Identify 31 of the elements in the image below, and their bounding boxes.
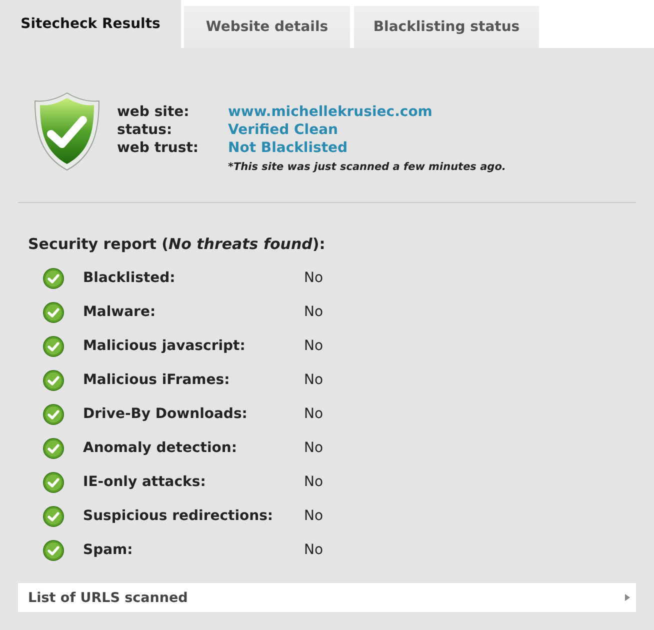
check-label: Blacklisted:: [83, 268, 176, 288]
check-result: No: [304, 268, 324, 288]
scan-note: *This site was just scanned a few minutes ago.: [228, 160, 506, 175]
tab[interactable]: Blacklisting status: [354, 6, 539, 48]
check-result: No: [304, 472, 324, 492]
field-label: web trust:: [117, 139, 200, 157]
field-value: Not Blacklisted: [228, 139, 349, 157]
check-label: Anomaly detection:: [83, 438, 238, 458]
check-result: No: [304, 302, 324, 322]
check-label: IE-only attacks:: [83, 472, 207, 492]
check-result: No: [304, 404, 324, 424]
check-result: No: [304, 540, 324, 560]
field-label: status:: [117, 121, 174, 139]
check-label: Malware:: [83, 302, 157, 322]
check-label: Spam:: [83, 540, 134, 560]
check-result: No: [304, 506, 324, 526]
check-result: No: [304, 438, 324, 458]
check-result: No: [304, 336, 324, 356]
field-value: www.michellekrusiec.com: [228, 103, 434, 121]
field-label: web site:: [117, 103, 190, 121]
security-report-heading: Security report (No threats found):: [28, 234, 326, 255]
field-value: Verified Clean: [228, 121, 340, 139]
check-label: Malicious javascript:: [83, 336, 246, 356]
tab[interactable]: Sitecheck Results: [0, 0, 181, 48]
urls-panel[interactable]: List of URLS scanned: [18, 583, 636, 612]
tab[interactable]: Website details: [184, 6, 350, 48]
check-label: Suspicious redirections:: [83, 506, 274, 526]
check-label: Malicious iFrames:: [83, 370, 231, 390]
shield-check-icon: [33, 92, 101, 171]
check-result: No: [304, 370, 324, 390]
check-label: Drive-By Downloads:: [83, 404, 248, 424]
